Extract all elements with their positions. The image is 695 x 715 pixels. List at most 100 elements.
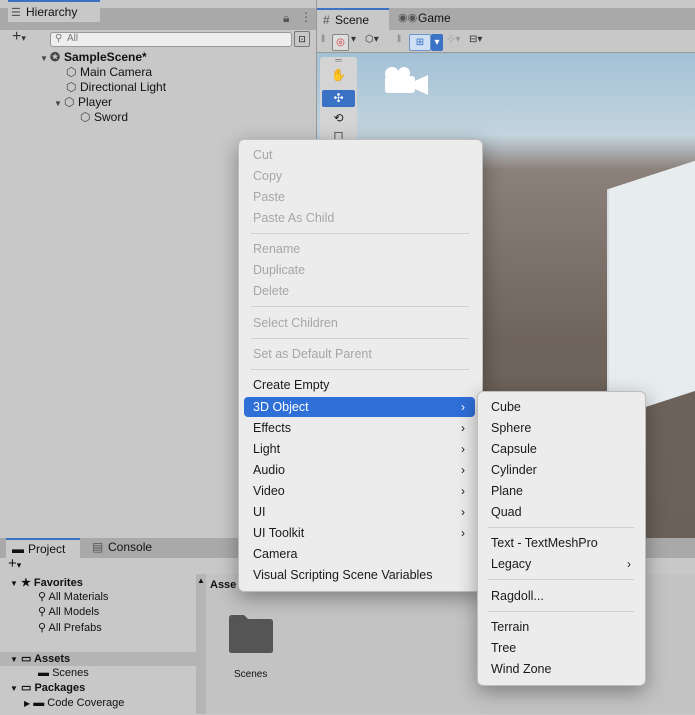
tab-project[interactable]: ▬ Project	[6, 538, 80, 558]
hierarchy-search-input[interactable]: ⚲ All	[50, 32, 292, 47]
chevron-down-icon[interactable]: ▾	[431, 34, 443, 51]
chevron-right-icon: ›	[461, 463, 465, 477]
menu-separator	[488, 579, 634, 580]
tab-game[interactable]: ◉◉ Game	[396, 8, 468, 30]
draw-mode-icon[interactable]: ⬡▾	[365, 34, 379, 45]
align-icon[interactable]: ⊟▾	[469, 34, 482, 45]
sidebar-item-code-coverage[interactable]: ▶ ▬ Code Coverage	[24, 696, 124, 710]
grid-snap-icon[interactable]: ⊞	[409, 34, 431, 51]
chevron-up-icon[interactable]: ▲	[197, 576, 205, 585]
menu-item-3d-object[interactable]: 3D Object ›	[244, 397, 475, 417]
menu-item-camera[interactable]: Camera	[253, 544, 297, 564]
menu-item-plane[interactable]: Plane	[491, 481, 523, 501]
menu-item-effects[interactable]: Effects ›	[253, 418, 475, 438]
filter-icon[interactable]: ⊡	[294, 31, 310, 47]
folder-icon: ▬	[33, 697, 45, 709]
submenu-3d-object: Cube Sphere Capsule Cylinder Plane Quad …	[477, 391, 646, 686]
menu-item-create-empty[interactable]: Create Empty	[253, 375, 329, 395]
menu-separator	[251, 338, 469, 339]
cube-icon: ⬡	[66, 80, 77, 94]
drag-handle-icon[interactable]: ‖	[321, 34, 325, 45]
menu-item-cylinder[interactable]: Cylinder	[491, 460, 537, 480]
snap-increment-icon[interactable]: ⊹▾	[447, 34, 460, 45]
sidebar-item-all-models[interactable]: ⚲ All Models	[38, 605, 99, 619]
gizmo-tool-icon[interactable]: ◎	[332, 34, 349, 51]
menu-separator	[488, 611, 634, 612]
asset-folder-label: Scenes	[234, 669, 268, 680]
menu-item-text-textmeshpro[interactable]: Text - TextMeshPro	[491, 533, 598, 553]
chevron-right-icon: ›	[461, 421, 465, 435]
expand-triangle-icon[interactable]: ▼	[54, 96, 64, 111]
tree-item-samplescene[interactable]: ▼ ✪ SampleScene*	[40, 50, 147, 65]
menu-item-label: 3D Object	[253, 400, 309, 414]
menu-item-visual-scripting-variables[interactable]: Visual Scripting Scene Variables	[253, 565, 433, 585]
search-placeholder: All	[67, 33, 79, 44]
menu-item-legacy[interactable]: Legacy ›	[491, 554, 641, 574]
breadcrumb[interactable]: Asse	[210, 579, 236, 591]
sidebar-item-all-materials[interactable]: ⚲ All Materials	[38, 590, 108, 604]
menu-separator	[251, 306, 469, 307]
tab-hierarchy[interactable]: ☰ Hierarchy	[8, 0, 100, 22]
menu-item-terrain[interactable]: Terrain	[491, 617, 529, 637]
sidebar-item-label: Favorites	[33, 577, 83, 589]
sidebar-item-all-prefabs[interactable]: ⚲ All Prefabs	[38, 621, 102, 635]
kebab-menu-icon[interactable]: ⋮	[300, 10, 312, 24]
folder-icon[interactable]	[228, 614, 274, 654]
scene-toolbar: ‖ ◎ ▾ ⬡▾ ‖ ⊞ ▾ ⊹▾ ⊟▾	[317, 30, 695, 53]
camera-gizmo-icon[interactable]	[382, 64, 430, 98]
folder-open-icon: ▭	[20, 682, 32, 694]
menu-item-label: Audio	[253, 463, 285, 477]
sidebar-item-assets[interactable]: ▼ ▭ Assets	[10, 652, 70, 666]
rotate-tool-icon[interactable]: ⟲	[322, 110, 355, 127]
lock-icon[interactable]: 🔒︎	[283, 11, 289, 26]
drag-handle-icon[interactable]: ‖	[397, 34, 401, 45]
tree-item-main-camera[interactable]: ⬡ Main Camera	[66, 65, 152, 80]
menu-item-tree[interactable]: Tree	[491, 638, 516, 658]
hand-tool-icon[interactable]: ✋	[322, 67, 355, 84]
tree-item-label: Directional Light	[80, 80, 167, 94]
menu-item-wind-zone[interactable]: Wind Zone	[491, 659, 551, 679]
sidebar-item-label: Packages	[34, 682, 86, 694]
menu-item-quad[interactable]: Quad	[491, 502, 522, 522]
menu-item-cube[interactable]: Cube	[491, 397, 521, 417]
chevron-right-icon: ›	[461, 505, 465, 519]
tab-project-label: Project	[28, 542, 66, 556]
console-icon: ▤	[92, 540, 104, 554]
menu-item-duplicate: Duplicate	[253, 263, 306, 277]
expand-triangle-icon[interactable]: ▶	[24, 699, 30, 708]
menu-item-sphere[interactable]: Sphere	[491, 418, 531, 438]
scene-cube[interactable]	[609, 153, 695, 419]
add-object-button[interactable]: +▾	[12, 29, 26, 45]
project-splitter[interactable]: ▲	[196, 574, 206, 714]
tab-scene[interactable]: # Scene	[317, 8, 389, 30]
list-icon: ☰	[11, 7, 21, 19]
menu-item-label: UI	[253, 505, 266, 519]
chevron-down-icon[interactable]: ▾	[351, 34, 356, 45]
sidebar-item-label: All Prefabs	[48, 622, 102, 634]
menu-item-video[interactable]: Video ›	[253, 481, 475, 501]
project-add-button[interactable]: +▾	[8, 556, 21, 572]
tree-item-player[interactable]: ▼ ⬡ Player	[54, 95, 112, 110]
sidebar-item-scenes[interactable]: ▬ Scenes	[38, 666, 89, 680]
sidebar-item-favorites[interactable]: ▼ ★ Favorites	[10, 576, 83, 590]
menu-item-label: UI Toolkit	[253, 526, 305, 540]
search-icon: ⚲	[38, 606, 47, 618]
expand-triangle-icon[interactable]: ▼	[10, 579, 18, 588]
menu-item-ragdoll[interactable]: Ragdoll...	[491, 586, 544, 606]
menu-item-capsule[interactable]: Capsule	[491, 439, 537, 459]
move-tool-icon[interactable]: ✣	[322, 90, 355, 107]
expand-triangle-icon[interactable]: ▼	[40, 51, 50, 66]
sidebar-item-packages[interactable]: ▼ ▭ Packages	[10, 681, 85, 695]
expand-triangle-icon[interactable]: ▼	[10, 684, 18, 693]
tab-console[interactable]: ▤ Console	[90, 538, 170, 558]
menu-item-ui-toolkit[interactable]: UI Toolkit ›	[253, 523, 475, 543]
drag-handle-icon[interactable]: ═	[322, 56, 355, 65]
menu-item-audio[interactable]: Audio ›	[253, 460, 475, 480]
transform-tools-overlay: ═ ✋ ✣ ⟲ ◻	[320, 56, 357, 143]
expand-triangle-icon[interactable]: ▼	[10, 655, 18, 664]
tree-item-sword[interactable]: ⬡ Sword	[80, 110, 128, 125]
tree-item-label: Player	[78, 95, 113, 109]
menu-item-light[interactable]: Light ›	[253, 439, 475, 459]
menu-item-ui[interactable]: UI ›	[253, 502, 475, 522]
tree-item-directional-light[interactable]: ⬡ Directional Light	[66, 80, 166, 95]
